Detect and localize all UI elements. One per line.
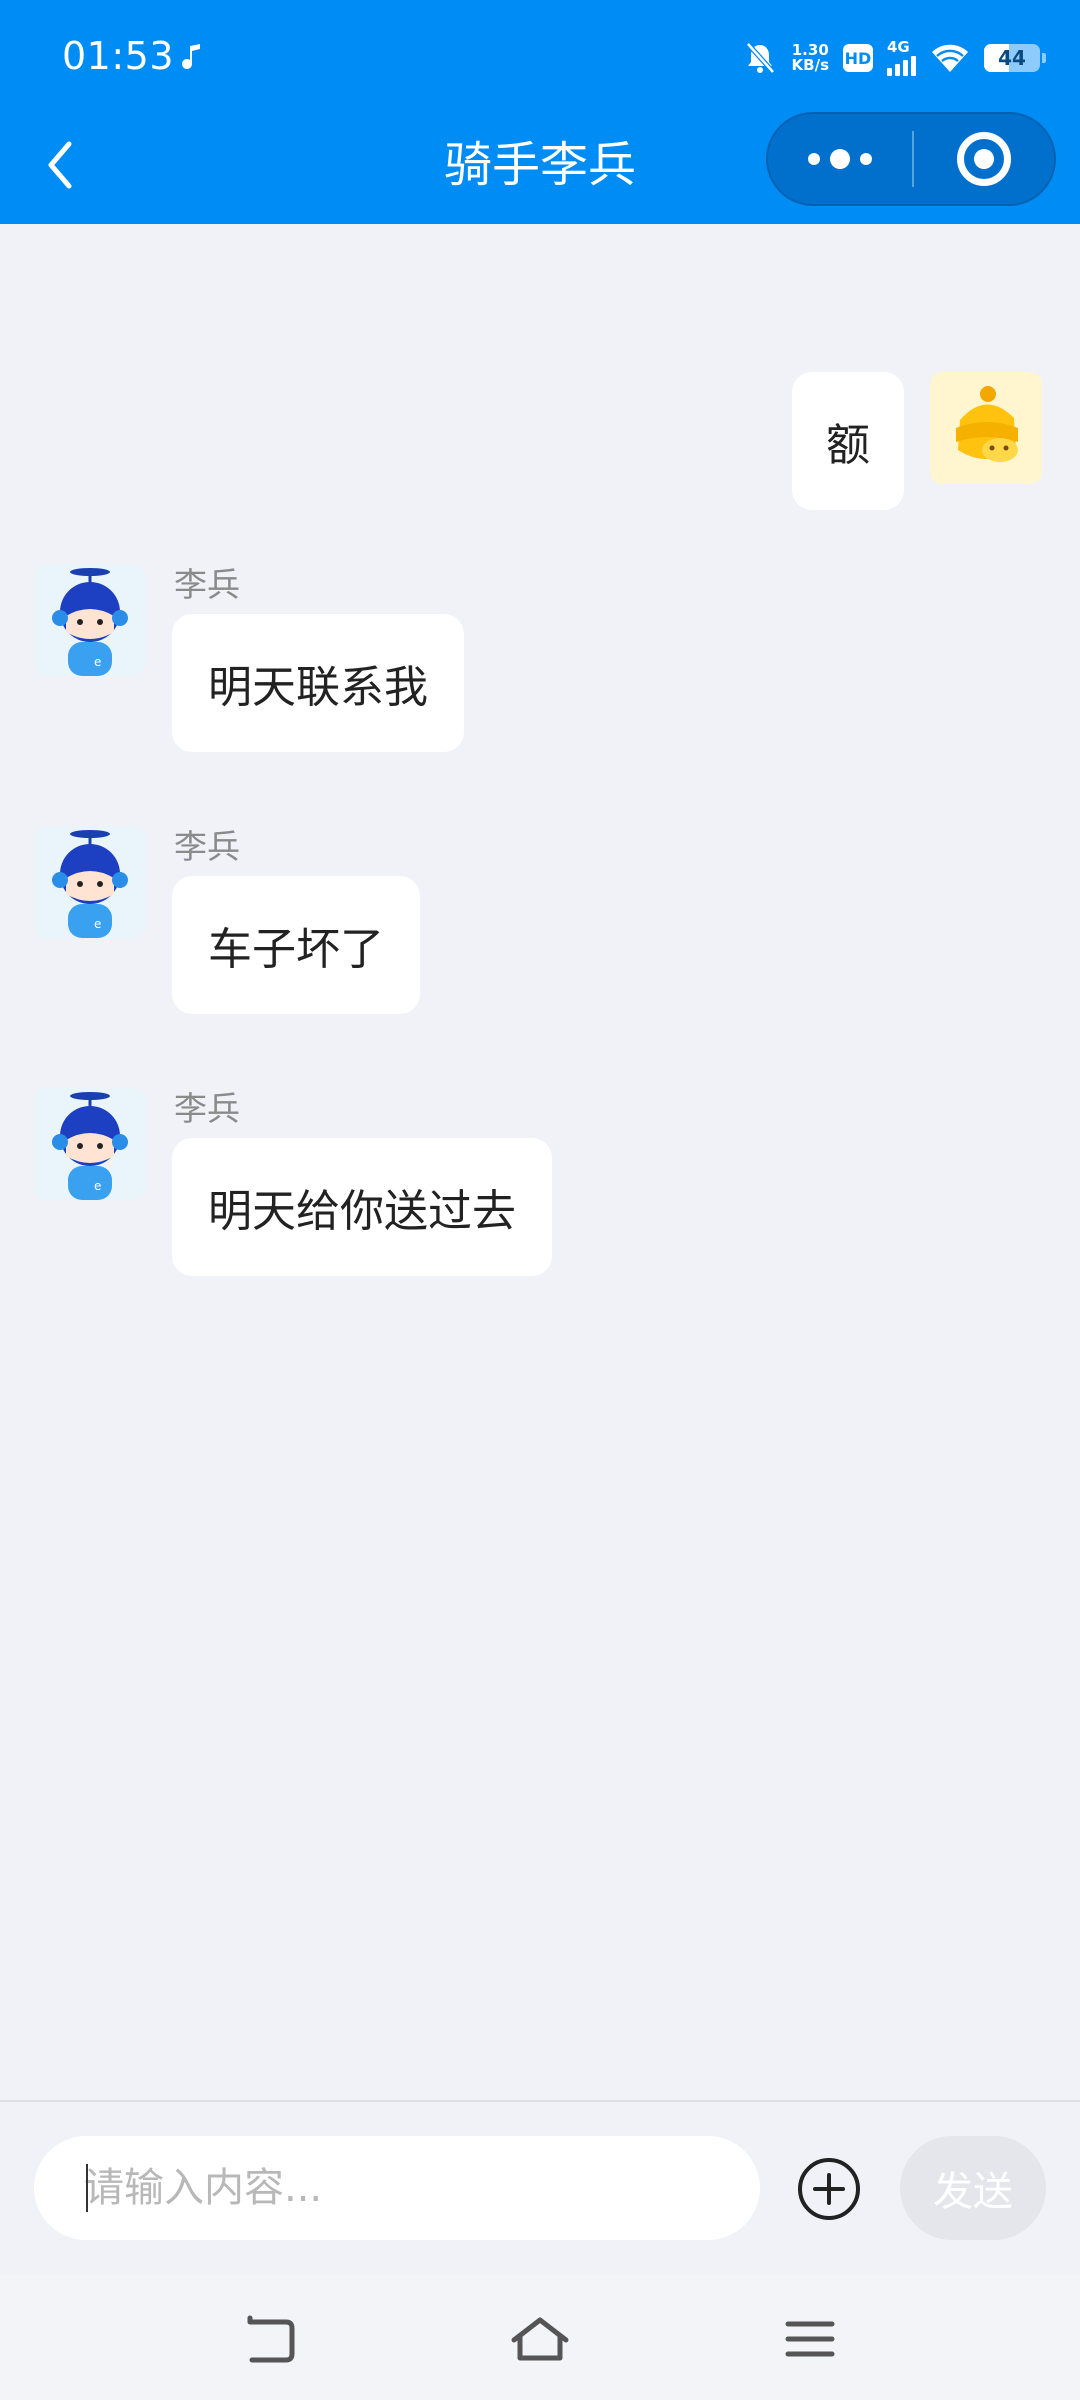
close-miniprogram-button[interactable]	[914, 114, 1054, 204]
svg-text:e: e	[94, 655, 101, 669]
message-row-incoming: e 李兵 明天给你送过去	[0, 1088, 1080, 1288]
status-bar: 01:53 1.30 KB/s HD 4G 44	[0, 0, 1080, 110]
status-icons: 1.30 KB/s HD 4G 44	[742, 36, 1046, 80]
nav-menu-button[interactable]	[775, 2304, 845, 2374]
battery-icon: 44	[984, 44, 1046, 72]
cell-signal-icon: 4G	[887, 38, 916, 76]
miniprogram-capsule	[766, 112, 1056, 206]
message-text: 明天联系我	[208, 662, 428, 713]
text-caret	[86, 2164, 88, 2212]
rider-avatar-icon: e	[34, 1088, 146, 1200]
sender-avatar[interactable]: e	[34, 564, 146, 676]
nav-menu-icon	[785, 2321, 835, 2357]
more-dots-icon	[808, 153, 820, 165]
message-text: 额	[826, 420, 870, 471]
nav-home-icon	[511, 2317, 569, 2361]
more-button[interactable]	[768, 114, 912, 204]
own-avatar[interactable]	[930, 372, 1042, 484]
nav-back-button[interactable]	[235, 2304, 305, 2374]
header: 01:53 1.30 KB/s HD 4G 44 骑手李兵	[0, 0, 1080, 224]
title-bar: 骑手李兵	[0, 110, 1080, 224]
target-circle-icon	[957, 132, 1011, 186]
nav-back-icon	[247, 2315, 295, 2363]
message-bubble[interactable]: 额	[792, 372, 904, 510]
status-time: 01:53	[62, 34, 175, 78]
svg-text:e: e	[94, 917, 101, 931]
send-button[interactable]: 发送	[900, 2136, 1046, 2240]
battery-level: 44	[998, 46, 1026, 70]
message-row-incoming: e 李兵 明天联系我	[0, 564, 1080, 764]
rider-avatar-icon: e	[34, 564, 146, 676]
music-note-icon	[182, 44, 200, 69]
sender-name: 李兵	[174, 827, 240, 866]
wifi-icon	[932, 44, 968, 72]
message-text: 明天给你送过去	[208, 1186, 516, 1237]
message-row-incoming: e 李兵 车子坏了	[0, 826, 1080, 1026]
sender-avatar[interactable]: e	[34, 1088, 146, 1200]
avatar-image	[930, 372, 1042, 484]
sender-name: 李兵	[174, 1089, 240, 1128]
sender-name: 李兵	[174, 565, 240, 604]
bell-muted-icon	[745, 42, 775, 74]
input-bar: 发送	[0, 2100, 1080, 2274]
net-speed-unit: KB/s	[791, 56, 829, 74]
network-speed: 1.30 KB/s	[792, 43, 829, 73]
svg-text:e: e	[94, 1179, 101, 1193]
nav-home-button[interactable]	[505, 2304, 575, 2374]
rider-avatar-icon: e	[34, 826, 146, 938]
message-bubble[interactable]: 明天给你送过去	[172, 1138, 552, 1276]
chat-area[interactable]: 额 e 李兵 明天联系我 e 李兵 车子坏了 e 李兵 明天给你送过去	[0, 224, 1080, 2100]
hd-badge: HD	[843, 44, 873, 72]
message-input[interactable]	[34, 2136, 760, 2240]
network-type: 4G	[887, 38, 910, 56]
sender-avatar[interactable]: e	[34, 826, 146, 938]
message-bubble[interactable]: 车子坏了	[172, 876, 420, 1014]
plus-circle-icon	[798, 2158, 860, 2220]
message-bubble[interactable]: 明天联系我	[172, 614, 464, 752]
message-text: 车子坏了	[208, 924, 384, 975]
system-nav-bar	[0, 2274, 1080, 2400]
message-row-own: 额	[0, 224, 1080, 524]
add-attachment-button[interactable]	[796, 2156, 862, 2222]
